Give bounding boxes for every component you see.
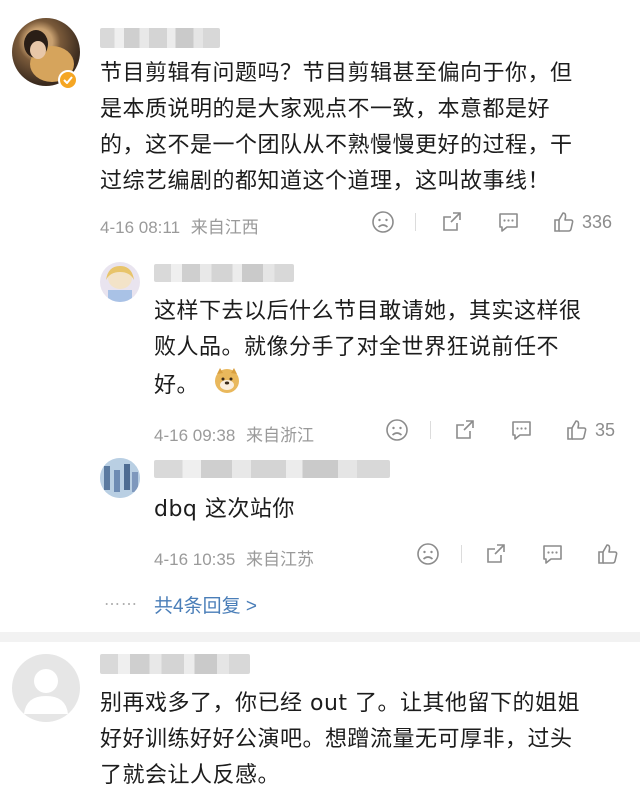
comment-text-line: 是本质说明的是大家观点不一致，本意都是好 bbox=[100, 97, 551, 122]
thumbs-up-icon bbox=[598, 544, 618, 564]
dislike-face-icon bbox=[417, 543, 439, 565]
username-blurred[interactable] bbox=[100, 654, 250, 674]
dislike-face-icon bbox=[386, 419, 408, 441]
comment-text-line: 节目剪辑有问题吗？节目剪辑甚至偏向于你，但 bbox=[100, 61, 573, 86]
username-blurred[interactable] bbox=[154, 460, 390, 478]
avatar[interactable] bbox=[100, 458, 140, 498]
comment-icon bbox=[543, 545, 562, 564]
avatar[interactable] bbox=[100, 262, 140, 302]
action-separator bbox=[461, 545, 462, 563]
action-separator bbox=[415, 213, 416, 231]
dislike-face-icon bbox=[372, 211, 394, 233]
doge-emoji-icon bbox=[213, 366, 241, 406]
avatar-image bbox=[100, 458, 140, 498]
timestamp: 4-16 08:11 bbox=[100, 218, 181, 237]
avatar[interactable] bbox=[12, 654, 80, 722]
reply-text-line: 败人品。就像分手了对全世界狂说前任不 bbox=[154, 335, 560, 360]
reply-text: dbq 这次站你 bbox=[154, 497, 295, 522]
dislike-button[interactable] bbox=[385, 418, 409, 442]
comment-divider bbox=[0, 632, 640, 642]
default-avatar-icon bbox=[24, 669, 68, 714]
share-icon bbox=[443, 212, 461, 231]
comment-2: 别再戏多了，你已经 out 了。让其他留下的姐姐 好好训练好好公演吧。想蹭流量无… bbox=[0, 642, 640, 803]
share-icon bbox=[456, 420, 474, 439]
comment-1: 节目剪辑有问题吗？节目剪辑甚至偏向于你，但 是本质说明的是大家观点不一致，本意都… bbox=[0, 0, 640, 250]
comment-button[interactable] bbox=[509, 418, 534, 442]
location: 来自浙江 bbox=[246, 426, 315, 445]
reply-2: dbq 这次站你 4-16 10:35 来自江苏 bbox=[0, 450, 640, 580]
share-button[interactable] bbox=[453, 418, 477, 442]
share-button[interactable] bbox=[484, 542, 508, 566]
location: 来自江西 bbox=[190, 218, 259, 237]
comment-icon bbox=[499, 213, 518, 232]
timestamp: 4-16 09:38 bbox=[154, 426, 236, 445]
like-count: 35 bbox=[595, 419, 616, 440]
avatar-image bbox=[106, 266, 134, 302]
reply-text-line: 这样下去以后什么节目敢请她，其实这样很 bbox=[154, 299, 582, 324]
like-button[interactable]: 35 bbox=[565, 418, 615, 442]
comment-meta: 4-16 08:11 来自江西 bbox=[100, 213, 259, 238]
username-blurred[interactable] bbox=[154, 264, 294, 282]
comment-button[interactable] bbox=[496, 210, 521, 234]
share-button[interactable] bbox=[440, 210, 464, 234]
like-button[interactable]: 336 bbox=[552, 210, 612, 234]
like-button[interactable] bbox=[596, 542, 620, 566]
verified-badge-icon bbox=[58, 70, 78, 90]
dislike-button[interactable] bbox=[371, 210, 395, 234]
dislike-button[interactable] bbox=[416, 542, 440, 566]
location: 来自江苏 bbox=[246, 550, 315, 569]
comment-icon bbox=[512, 421, 531, 440]
timestamp: 4-16 10:35 bbox=[154, 550, 236, 569]
comment-text: 节目剪辑有问题吗？节目剪辑甚至偏向于你，但 是本质说明的是大家观点不一致，本意都… bbox=[100, 56, 630, 200]
username-blurred[interactable] bbox=[100, 28, 220, 48]
reply-meta: 4-16 09:38 来自浙江 bbox=[154, 421, 314, 446]
reply-text: 这样下去以后什么节目敢请她，其实这样很 败人品。就像分手了对全世界狂说前任不 好… bbox=[154, 294, 624, 406]
comment-button[interactable] bbox=[540, 542, 565, 566]
comment-text-line: 了就会让人反感。 bbox=[100, 763, 281, 788]
reply-meta: 4-16 10:35 来自江苏 bbox=[154, 545, 314, 570]
like-count: 336 bbox=[582, 211, 613, 232]
reply-1: 这样下去以后什么节目敢请她，其实这样很 败人品。就像分手了对全世界狂说前任不 好… bbox=[0, 250, 640, 450]
more-replies-dots: …… bbox=[104, 590, 138, 609]
comment-text-line: 过综艺编剧的都知道这个道理，这叫故事线！ bbox=[100, 169, 551, 194]
share-icon bbox=[487, 544, 505, 563]
comment-text-line: 好好训练好好公演吧。想蹭流量无可厚非，过头 bbox=[100, 727, 573, 752]
reply-text-line: 好。 bbox=[154, 366, 624, 406]
thumbs-up-icon bbox=[554, 212, 574, 232]
thumbs-up-icon bbox=[567, 420, 587, 440]
comment-text-line: 的，这不是一个团队从不熟慢慢更好的过程，干 bbox=[100, 133, 573, 158]
action-separator bbox=[430, 421, 431, 439]
comment-text: 别再戏多了，你已经 out 了。让其他留下的姐姐 好好训练好好公演吧。想蹭流量无… bbox=[100, 686, 630, 794]
more-replies-link[interactable]: 共4条回复 > bbox=[154, 591, 257, 618]
comment-text-line: 别再戏多了，你已经 out 了。让其他留下的姐姐 bbox=[100, 691, 581, 716]
